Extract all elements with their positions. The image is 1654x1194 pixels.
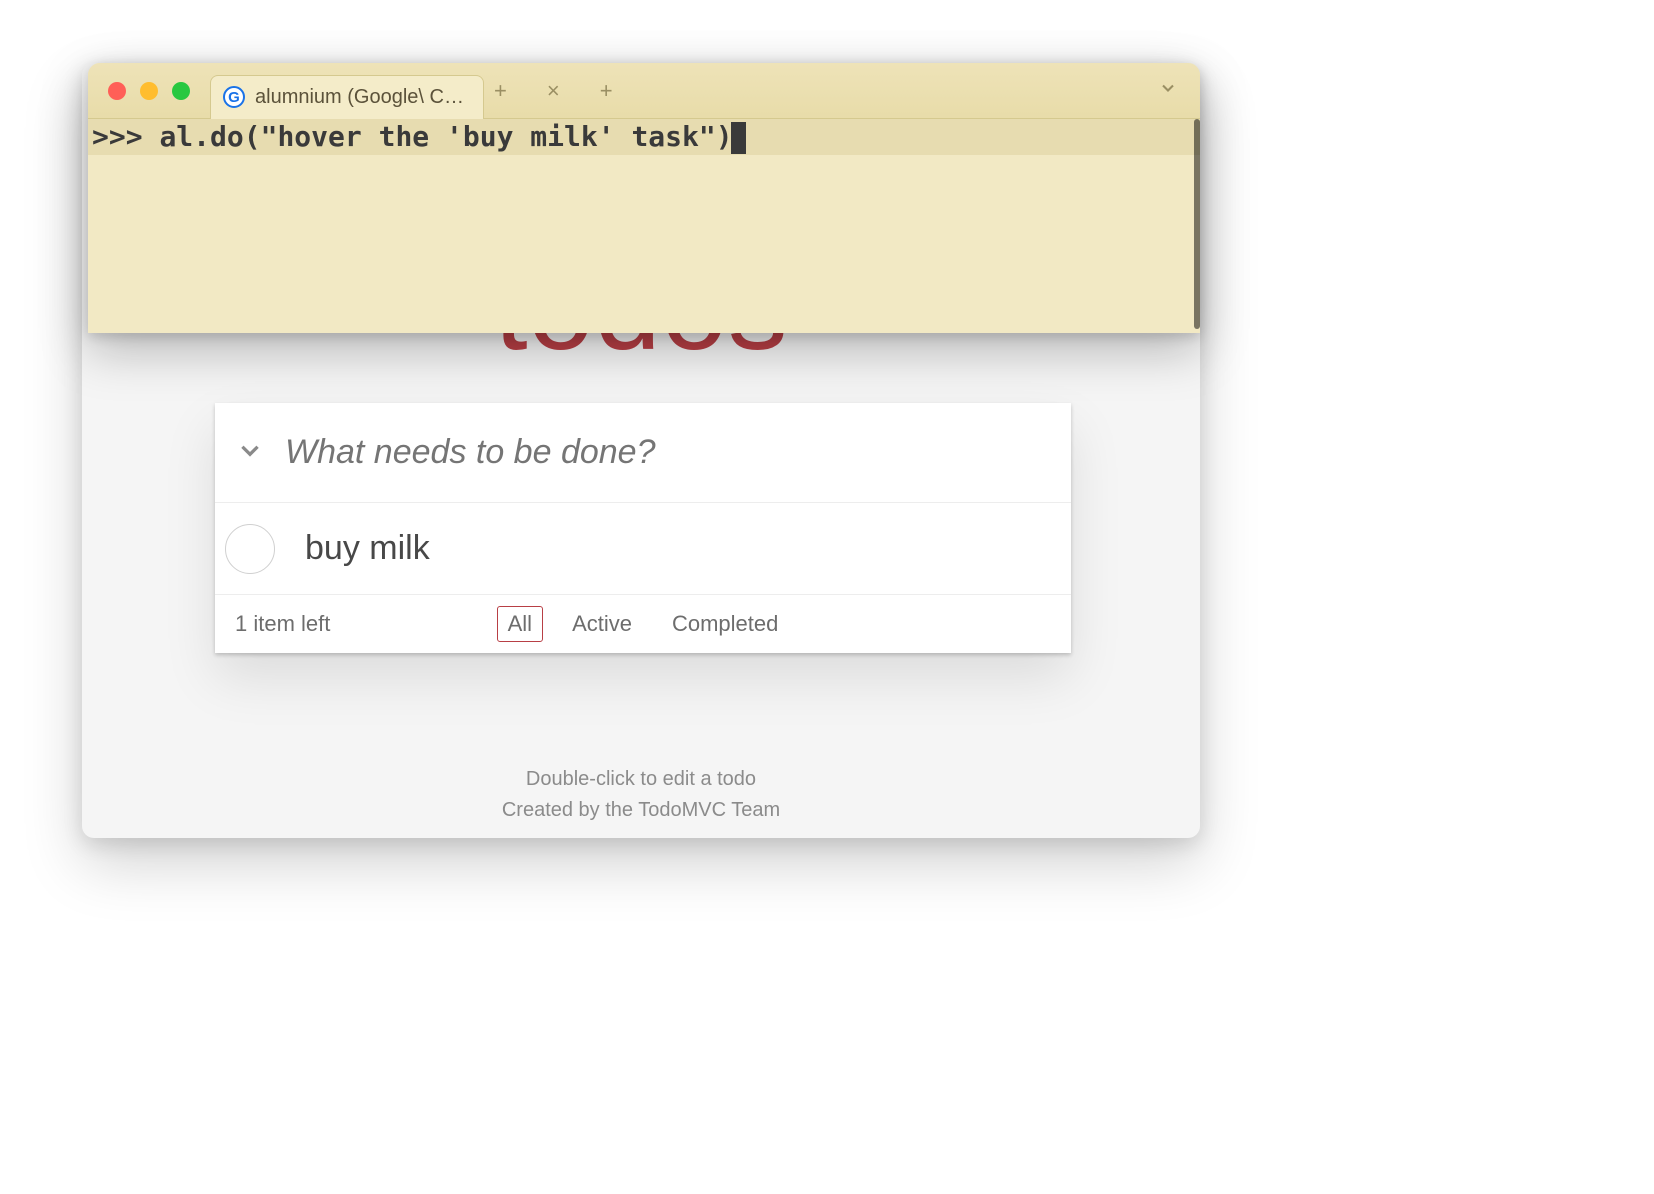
- terminal-tabbar: G alumnium (Google\ Chrom… + × +: [88, 63, 1200, 119]
- close-window-button[interactable]: [108, 82, 126, 100]
- terminal-prompt: >>>: [92, 120, 159, 153]
- todo-item[interactable]: buy milk: [215, 503, 1071, 595]
- maximize-window-button[interactable]: [172, 82, 190, 100]
- info-footer: Double-click to edit a todo Created by t…: [82, 760, 1200, 830]
- terminal-body[interactable]: >>> al.do("hover the 'buy milk' task"): [88, 119, 1200, 155]
- chevron-down-icon: [237, 450, 263, 467]
- minimize-window-button[interactable]: [140, 82, 158, 100]
- filter-completed[interactable]: Completed: [661, 606, 789, 642]
- tab-actions: + × +: [494, 78, 613, 104]
- info-line-2: Created by the TodoMVC Team: [82, 799, 1200, 822]
- terminal-tab-title: alumnium (Google\ Chrom…: [255, 86, 465, 109]
- info-line-1: Double-click to edit a todo: [82, 768, 1200, 791]
- todo-app: buy milk 1 item left All Active Complete…: [215, 403, 1071, 653]
- terminal-window: G alumnium (Google\ Chrom… + × + >>> al.…: [88, 63, 1200, 333]
- tabs-dropdown-button[interactable]: [1158, 78, 1178, 103]
- toggle-all-button[interactable]: [215, 437, 285, 468]
- todo-item-label: buy milk: [305, 529, 430, 568]
- filter-all[interactable]: All: [497, 606, 543, 642]
- chrome-favicon-icon: G: [223, 86, 245, 108]
- terminal-scrollbar[interactable]: [1194, 119, 1200, 329]
- new-todo-input[interactable]: [285, 433, 1071, 472]
- terminal-line: >>> al.do("hover the 'buy milk' task"): [88, 119, 1200, 155]
- close-tab-button[interactable]: ×: [547, 78, 560, 104]
- new-tab-button-2[interactable]: +: [600, 78, 613, 104]
- todo-toggle-checkbox[interactable]: [225, 524, 275, 574]
- filter-group: All Active Completed: [215, 606, 1071, 642]
- window-controls: [88, 82, 210, 100]
- filter-active[interactable]: Active: [561, 606, 643, 642]
- new-tab-button[interactable]: +: [494, 78, 507, 104]
- terminal-tab[interactable]: G alumnium (Google\ Chrom…: [210, 75, 484, 119]
- chevron-down-icon: [1158, 85, 1178, 102]
- new-todo-row: [215, 403, 1071, 503]
- text-cursor-icon: [731, 122, 746, 154]
- terminal-command: al.do("hover the 'buy milk' task"): [159, 120, 732, 153]
- todo-footer: 1 item left All Active Completed: [215, 595, 1071, 653]
